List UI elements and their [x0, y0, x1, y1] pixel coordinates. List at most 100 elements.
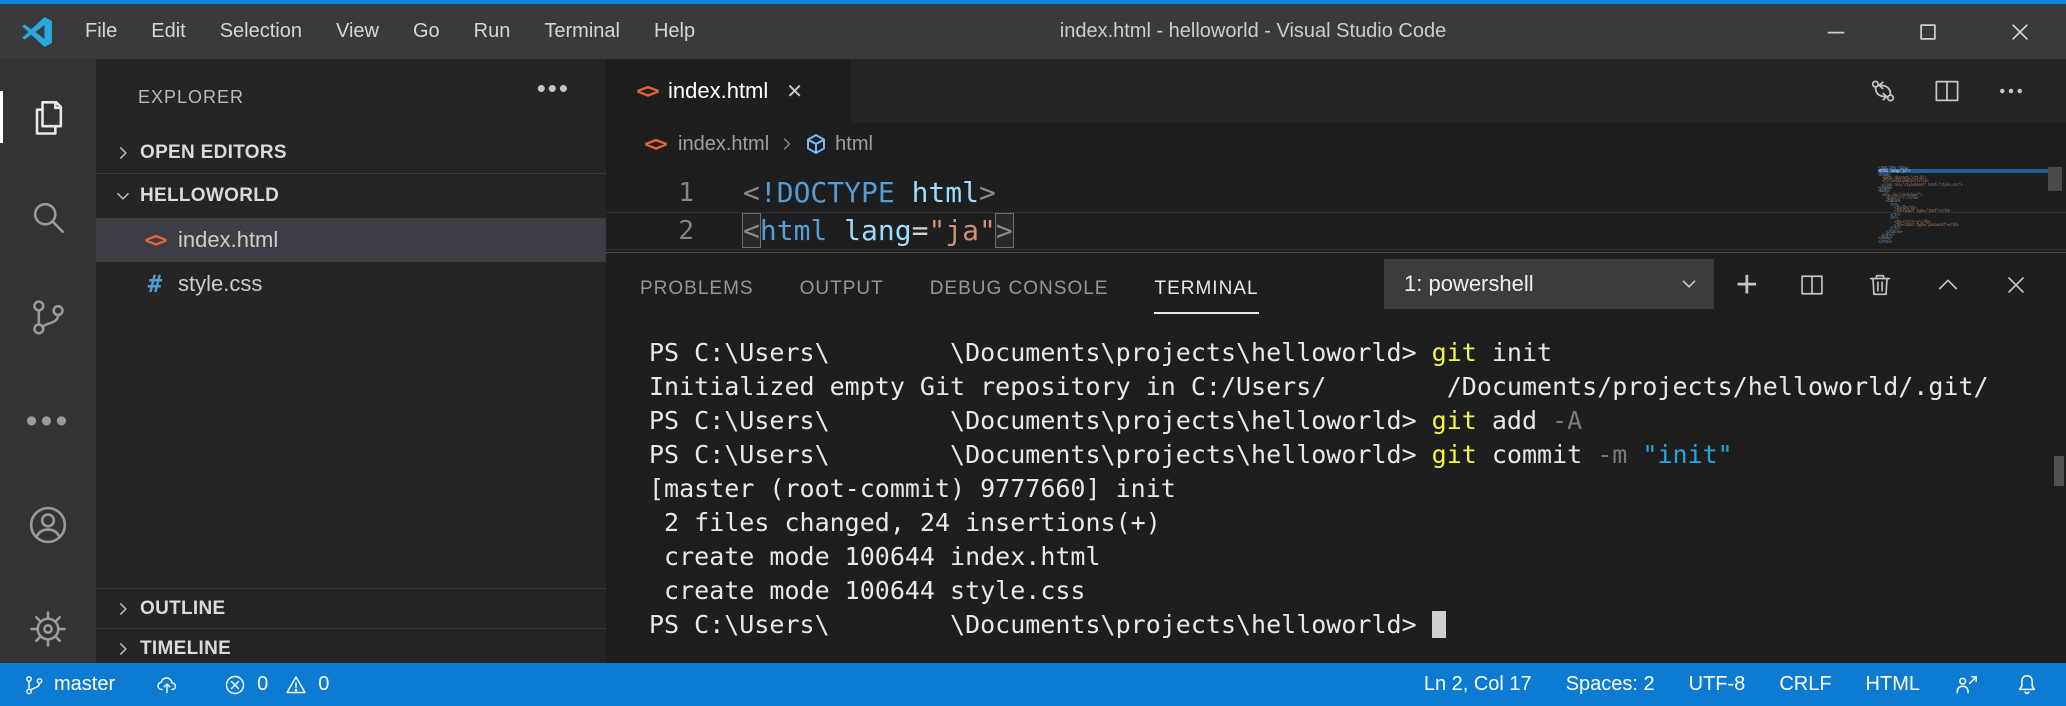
menu-terminal[interactable]: Terminal — [527, 4, 637, 59]
code-token: !DOCTYPE — [760, 176, 895, 209]
source-control-icon[interactable] — [0, 285, 96, 349]
titlebar: FileEditSelectionViewGoRunTerminalHelp i… — [0, 0, 2066, 59]
activity-bar: ••• — [0, 59, 96, 663]
status-spaces-2[interactable]: Spaces: 2 — [1566, 673, 1655, 696]
git-branch-icon — [22, 673, 46, 697]
section-outline[interactable]: OUTLINE — [96, 588, 606, 628]
branch-status[interactable]: master — [22, 673, 115, 697]
close-panel-icon[interactable] — [2002, 271, 2030, 299]
minimize-icon[interactable] — [1790, 4, 1882, 59]
terminal-scrollbar[interactable] — [2054, 456, 2064, 486]
code-line[interactable]: 2<html lang="ja"> — [606, 212, 2066, 250]
terminal-line: PS C:\Users\ \Documents\projects\hellowo… — [649, 336, 2066, 370]
panel-tab-output[interactable]: OUTPUT — [800, 278, 884, 302]
explorer-files-icon[interactable] — [0, 85, 96, 149]
explorer-sidebar: EXPLORER ••• OPEN EDITORS HELLOWORLD <> … — [96, 59, 606, 663]
breadcrumb-symbol[interactable]: html — [835, 133, 873, 156]
settings-gear-icon[interactable] — [0, 597, 96, 661]
tab-index-html[interactable]: <> index.html ✕ — [606, 59, 851, 123]
panel-tab-debug-console[interactable]: DEBUG CONSOLE — [930, 278, 1109, 302]
section-timeline[interactable]: TIMELINE — [96, 628, 606, 668]
html-file-icon: <> — [140, 228, 170, 252]
split-editor-icon[interactable] — [1932, 76, 1962, 106]
code-token: create mode 100644 style.css — [649, 576, 1086, 605]
file-item-index-html[interactable]: <> index.html — [96, 218, 606, 262]
new-terminal-plus-icon[interactable]: + — [1736, 271, 1758, 299]
more-icon[interactable]: ••• — [0, 389, 96, 453]
terminal-line: PS C:\Users\ \Documents\projects\hellowo… — [649, 404, 2066, 438]
section-open-editors[interactable]: OPEN EDITORS — [96, 133, 606, 173]
menu-edit[interactable]: Edit — [134, 4, 202, 59]
errors-icon — [223, 673, 247, 697]
close-icon[interactable] — [1974, 4, 2066, 59]
split-terminal-icon[interactable] — [1798, 271, 1826, 299]
section-label: TIMELINE — [140, 638, 231, 660]
sync-status[interactable] — [155, 673, 179, 697]
branch-name: master — [54, 673, 115, 696]
panel-tab-terminal[interactable]: TERMINAL — [1154, 278, 1258, 302]
code-line[interactable]: 1<!DOCTYPE html> — [606, 174, 2066, 212]
breadcrumb-file[interactable]: index.html — [678, 133, 769, 156]
menu-selection[interactable]: Selection — [203, 4, 319, 59]
html-file-icon: <> — [640, 132, 670, 156]
menu-run[interactable]: Run — [457, 4, 528, 59]
file-name: style.css — [178, 271, 262, 297]
account-icon[interactable] — [0, 493, 96, 557]
status-html[interactable]: HTML — [1866, 673, 1920, 696]
section-label: OPEN EDITORS — [140, 142, 287, 164]
file-item-style-css[interactable]: # style.css — [96, 262, 606, 305]
status-utf-8[interactable]: UTF-8 — [1689, 673, 1746, 696]
terminal-line: create mode 100644 index.html — [649, 540, 2066, 574]
window-controls — [1790, 4, 2066, 59]
chevron-down-icon — [1680, 275, 1698, 293]
terminal-cursor — [1432, 611, 1446, 638]
menu-help[interactable]: Help — [637, 4, 712, 59]
kill-terminal-trash-icon[interactable] — [1866, 271, 1894, 299]
terminal-line: [master (root-commit) 9777660] init — [649, 472, 2066, 506]
code-token: git — [1432, 338, 1477, 367]
maximize-panel-chevron-up-icon[interactable] — [1934, 271, 1962, 299]
terminal-shell-select[interactable]: 1: powershell — [1384, 259, 1714, 309]
feedback-icon[interactable] — [1954, 672, 1980, 698]
code-token: PS C:\Users\ \Documents\projects\hellowo… — [649, 406, 1432, 435]
error-count: 0 — [257, 673, 268, 696]
line-number: 2 — [606, 212, 694, 250]
panel-tab-problems[interactable]: PROBLEMS — [640, 278, 754, 302]
code-token: commit — [1477, 440, 1597, 469]
sidebar-more-actions-icon[interactable]: ••• — [537, 73, 570, 104]
code-token: init — [1477, 338, 1552, 367]
code-token: create mode 100644 index.html — [649, 542, 1101, 571]
file-name: index.html — [178, 227, 278, 253]
code-token: git — [1432, 406, 1477, 435]
vscode-logo-icon — [20, 15, 54, 49]
code-token — [1627, 440, 1642, 469]
code-token: html — [895, 176, 979, 209]
menu-view[interactable]: View — [319, 4, 396, 59]
code-editor[interactable]: 1<!DOCTYPE html>2<html lang="ja"> — [606, 165, 2066, 252]
tab-close-icon[interactable]: ✕ — [786, 79, 803, 104]
terminal-line: PS C:\Users\ \Documents\projects\hellowo… — [649, 438, 2066, 472]
terminal-line: 2 files changed, 24 insertions(+) — [649, 506, 2066, 540]
line-number: 1 — [606, 174, 694, 212]
menu-go[interactable]: Go — [396, 4, 457, 59]
search-icon[interactable] — [0, 185, 96, 249]
section-label: OUTLINE — [140, 598, 226, 620]
maximize-icon[interactable] — [1882, 4, 1974, 59]
section-folder-helloworld[interactable]: HELLOWORLD — [96, 173, 606, 218]
code-token: -m — [1597, 440, 1627, 469]
problems-status[interactable]: 0 0 — [223, 673, 329, 697]
minimap[interactable]: <!DOCTYPE html><html lang="ja"><head> <m… — [1878, 166, 2048, 252]
editor-scrollbar[interactable] — [2048, 167, 2062, 191]
code-token: Initialized empty Git repository in C:/U… — [649, 372, 1989, 401]
status-crlf[interactable]: CRLF — [1779, 673, 1831, 696]
vscode-window: FileEditSelectionViewGoRunTerminalHelp i… — [0, 0, 2066, 706]
terminal-output[interactable]: PS C:\Users\ \Documents\projects\hellowo… — [606, 326, 2066, 664]
status-ln-2-col-17[interactable]: Ln 2, Col 17 — [1424, 673, 1532, 696]
code-token: add — [1477, 406, 1552, 435]
status-left: master 0 0 — [0, 673, 329, 697]
open-changes-icon[interactable] — [1868, 76, 1898, 106]
more-actions-icon[interactable] — [1996, 76, 2026, 106]
menu-file[interactable]: File — [68, 4, 134, 59]
notifications-bell-icon[interactable] — [2014, 672, 2040, 698]
html-symbol-cube-icon — [805, 133, 827, 155]
